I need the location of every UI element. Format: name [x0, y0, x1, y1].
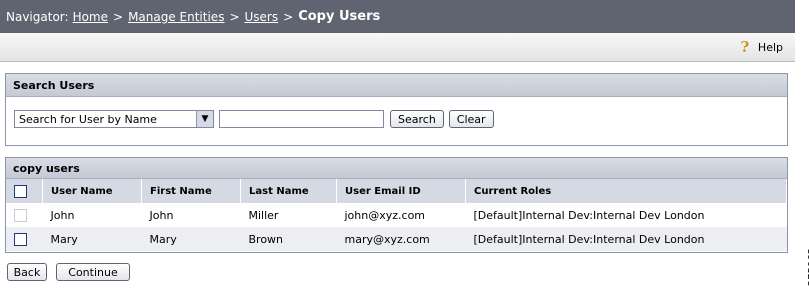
- cell-user-name: Mary: [42, 227, 142, 251]
- cell-first-name: John: [149, 208, 174, 222]
- copy-users-panel: copy users User Name First Name Last Nam…: [5, 157, 788, 253]
- action-buttons: Back Continue: [7, 263, 130, 281]
- search-users-title: Search Users: [6, 74, 787, 97]
- cell-last-name: Brown: [240, 227, 337, 251]
- breadcrumb-manage-entities[interactable]: Manage Entities: [128, 10, 224, 24]
- cell-current-roles: [Default]Internal Dev:Internal Dev Londo…: [473, 208, 705, 222]
- search-input[interactable]: [219, 110, 384, 128]
- row-checkbox: [14, 208, 27, 222]
- search-type-select[interactable]: Search for User by Name ▼: [14, 110, 214, 128]
- cell-email: john@xyz.com: [344, 208, 426, 222]
- cell-first-name: Mary: [141, 227, 241, 251]
- help-link[interactable]: ? Help: [738, 39, 783, 55]
- help-icon: ?: [740, 38, 750, 56]
- help-bar: ? Help: [0, 33, 795, 62]
- navigator-label: Navigator:: [6, 9, 69, 24]
- cell-user-name: John: [50, 208, 75, 222]
- table-header-row: User Name First Name Last Name User Emai…: [6, 179, 787, 203]
- breadcrumb-separator: >: [113, 9, 124, 24]
- cell-current-roles: [Default]Internal Dev:Internal Dev Londo…: [465, 227, 787, 251]
- row-select-cell: [6, 203, 43, 227]
- navigator-bar: Navigator: Home > Manage Entities > User…: [0, 0, 795, 33]
- column-header-current-roles: Current Roles: [465, 179, 787, 203]
- column-header-email: User Email ID: [336, 179, 466, 203]
- help-label: Help: [757, 40, 783, 54]
- column-header-first-name: First Name: [141, 179, 241, 203]
- breadcrumb-home[interactable]: Home: [73, 10, 108, 24]
- clear-button[interactable]: Clear: [448, 110, 494, 128]
- row-select-cell: [6, 227, 43, 251]
- cell-last-name: Miller: [248, 208, 279, 222]
- table-row: John John Miller john@xyz.com [Default]I…: [6, 203, 787, 227]
- column-header-last-name: Last Name: [240, 179, 337, 203]
- select-all-cell: [6, 179, 43, 203]
- users-table: User Name First Name Last Name User Emai…: [6, 179, 787, 251]
- copy-users-title: copy users: [6, 158, 787, 179]
- breadcrumb-separator: >: [283, 9, 294, 24]
- chevron-down-icon[interactable]: ▼: [196, 111, 213, 127]
- continue-button[interactable]: Continue: [56, 263, 130, 281]
- search-type-value: Search for User by Name: [19, 112, 157, 126]
- cell-email: mary@xyz.com: [336, 227, 466, 251]
- search-users-panel: Search Users Search for User by Name ▼ S…: [5, 73, 788, 146]
- search-button[interactable]: Search: [390, 110, 444, 128]
- column-header-user-name: User Name: [42, 179, 142, 203]
- breadcrumb-users[interactable]: Users: [245, 10, 279, 24]
- search-row: Search for User by Name ▼ Search Clear: [14, 110, 494, 128]
- back-button[interactable]: Back: [7, 263, 47, 281]
- select-all-checkbox[interactable]: [14, 184, 27, 198]
- table-row: Mary Mary Brown mary@xyz.com [Default]In…: [6, 227, 787, 251]
- row-checkbox[interactable]: [14, 232, 27, 246]
- breadcrumb-separator: >: [229, 9, 240, 24]
- page-title: Copy Users: [298, 9, 381, 24]
